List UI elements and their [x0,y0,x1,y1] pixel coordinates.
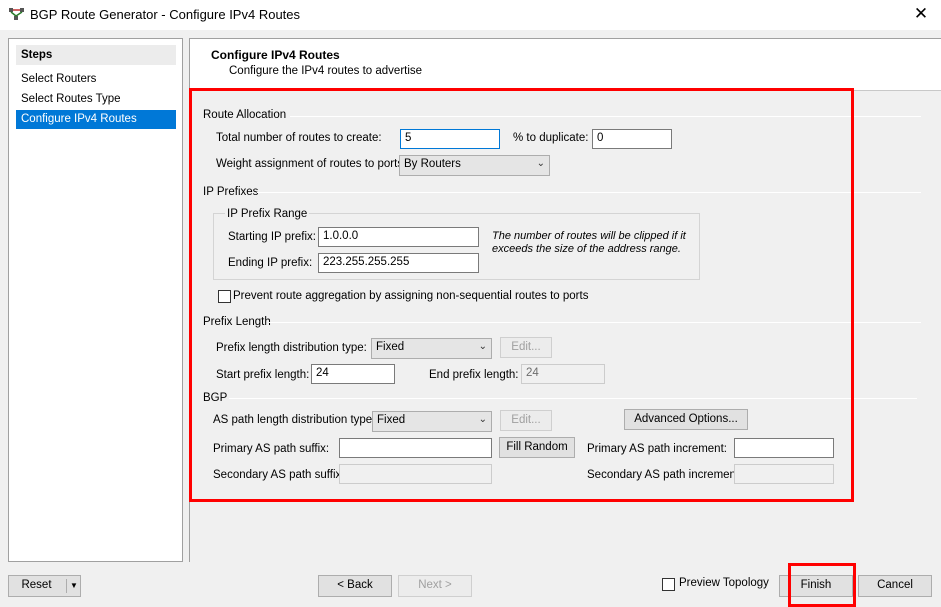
step-configure-ipv4-routes[interactable]: Configure IPv4 Routes [16,110,176,129]
steps-header: Steps [16,45,176,65]
step-select-routes-type[interactable]: Select Routes Type [16,90,176,109]
reset-label: Reset [21,579,52,591]
back-button[interactable]: < Back [318,575,392,597]
reset-button[interactable]: Reset ▼ [8,575,81,597]
highlight-box-settings [189,88,854,502]
preview-topology-label: Preview Topology [679,577,769,589]
dropdown-arrow-icon[interactable]: ▼ [70,576,78,595]
steps-panel: Steps Select Routers Select Routes Type … [8,38,183,562]
page-subtitle: Configure the IPv4 routes to advertise [229,65,423,77]
preview-topology-checkbox[interactable] [662,578,675,591]
window-title: BGP Route Generator - Configure IPv4 Rou… [30,7,301,22]
close-icon[interactable]: ✕ [906,3,936,25]
step-select-routers[interactable]: Select Routers [16,70,176,89]
page-title: Configure IPv4 Routes [211,48,340,62]
next-button[interactable]: Next > [398,575,472,597]
highlight-box-finish [788,563,856,607]
page-header: Configure IPv4 Routes Configure the IPv4… [190,39,941,91]
cancel-button[interactable]: Cancel [858,575,932,597]
split-divider [66,579,67,593]
app-icon [9,8,24,20]
title-bar: BGP Route Generator - Configure IPv4 Rou… [0,0,941,30]
